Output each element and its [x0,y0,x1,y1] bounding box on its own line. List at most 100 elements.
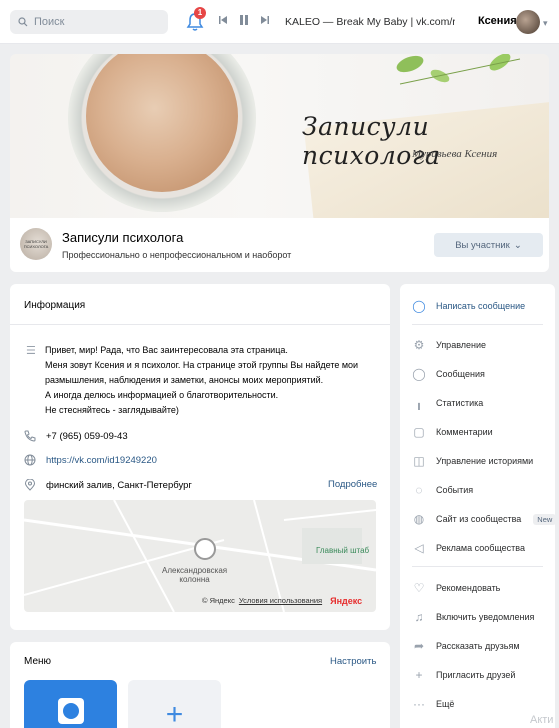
search-input[interactable]: Поиск [10,10,168,34]
community-cover: Записули психолога Муравьева Ксения [10,54,549,218]
sidebar-item-stories[interactable]: ◫ Управление историями [412,454,533,468]
stories-icon: ◫ [413,454,425,468]
divider [412,566,543,567]
bell-icon: ♫ [414,610,424,624]
yandex-logo[interactable]: Яндекс [330,596,362,606]
menu-tile-app[interactable] [24,680,117,728]
menu-card: Меню Настроить + [10,642,390,728]
community-header: ЗАПИСУЛИ ПСИХОЛОГА Записули психолога Пр… [10,218,549,272]
chevron-down-icon: ⌄ [513,239,522,251]
sidebar-item-label: Пригласить друзей [436,670,516,680]
previous-track-icon[interactable] [218,15,228,25]
cover-title: Записули психолога [302,112,441,170]
sidebar-item-events[interactable]: ◌ События [412,483,473,497]
website-link[interactable]: https://vk.com/id19249220 [46,455,157,466]
sidebar-item-statistics[interactable]: ╻ Статистика [412,396,483,410]
sidebar-item-more[interactable]: ··· Ещё [412,697,454,711]
sidebar-item-label: Рекомендовать [436,583,501,593]
notification-badge: 1 [194,7,206,19]
sidebar-item-label: Сайт из сообщества [436,514,522,524]
globe-icon [24,454,36,466]
divider [10,324,390,325]
chevron-down-icon[interactable]: ▾ [543,18,548,29]
sidebar-item-label: Управление [436,340,487,350]
next-track-icon[interactable] [260,15,270,25]
sidebar-item-notifications[interactable]: ♫ Включить уведомления [412,610,535,624]
app-icon-dot [63,703,79,719]
about-line: Не стесняйтесь - заглядывайте) [45,405,179,415]
sidebar-item-label: Сообщения [436,369,485,379]
text-lines-icon: ☰ [26,345,36,357]
message-icon: ◯ [412,299,426,313]
user-name[interactable]: Ксения [478,15,517,27]
sidebar-item-label: Управление историями [436,456,534,466]
sidebar-item-label: Статистика [436,398,484,408]
menu-title: Меню [24,656,52,667]
member-button[interactable]: Вы участник ⌄ [434,233,543,257]
sidebar-item-label: Написать сообщение [436,301,526,311]
about-line: Привет, мир! Рада, что Вас заинтересовал… [45,345,288,355]
new-badge: New [533,513,557,525]
search-icon [18,17,28,27]
globe-icon: ◍ [413,512,425,526]
sidebar-item-manage[interactable]: ⚙ Управление [412,338,486,352]
megaphone-icon: ◁ [414,541,424,555]
map-poi-label: Главный штаб [316,546,370,555]
about-line: Меня зовут Ксения и я психолог. На стран… [45,360,359,370]
sidebar-item-label: Рассказать друзьям [436,641,520,651]
chat-icon: ◯ [412,367,426,381]
address-text: финский залив, Санкт-Петербург [46,479,192,491]
pause-icon[interactable] [238,14,250,26]
audio-player [218,14,270,26]
sidebar-item-messages[interactable]: ◯ Сообщения [412,367,485,381]
location-map[interactable]: Александровская колонна Главный штаб © Я… [24,500,376,612]
sidebar-item-comments[interactable]: ▢ Комментарии [412,425,493,439]
member-button-label: Вы участник [455,239,510,251]
map-copyright: © Яндекс [202,596,235,605]
address-row: финский залив, Санкт-Петербург [24,479,192,491]
info-title: Информация [24,300,86,311]
sidebar-item-recommend[interactable]: ♡ Рекомендовать [412,581,501,595]
sidebar-item-ads[interactable]: ◁ Реклама сообщества [412,541,525,555]
top-bar: Поиск 1 KALEO — Break My Baby | vk.com/r… [0,0,559,44]
user-avatar[interactable] [516,10,540,34]
comment-icon: ▢ [413,425,425,439]
sidebar-item-share[interactable]: ➦ Рассказать друзьям [412,639,520,653]
map-label-line: колонна [179,575,210,584]
phone-row: +7 (965) 059-09-43 [24,430,128,442]
sidebar-item-site[interactable]: ◍ Сайт из сообщества New [412,512,557,526]
sidebar-item-label: События [436,485,474,495]
community-status: Профессионально о непрофессиональном и н… [62,250,292,260]
like-icon: ♡ [413,581,425,595]
map-label-line: Александровская [162,566,228,575]
sidebar-item-invite[interactable]: + Пригласить друзей [412,668,515,682]
add-menu-item-button[interactable]: + [128,680,221,728]
location-pin-icon [24,479,36,491]
sidebar-item-label: Комментарии [436,427,493,437]
more-icon: ··· [413,697,425,711]
actions-sidebar: ◯ Написать сообщение ⚙ Управление ◯ Сооб… [400,284,557,728]
leaves-image [396,54,521,85]
current-track[interactable]: KALEO — Break My Baby | vk.com/re... [285,16,455,28]
about-line: размышления, наблюдения и заметки, анонс… [45,375,324,385]
divider [412,324,543,325]
phone-number[interactable]: +7 (965) 059-09-43 [46,431,128,442]
map-footer: © Яндекс Условия использования Яндекс [202,596,362,606]
sidebar-item-label: Реклама сообщества [436,543,525,553]
sidebar-item-write-message[interactable]: ◯ Написать сообщение [412,299,525,313]
events-icon: ◌ [415,483,423,497]
add-user-icon: + [415,668,423,682]
map-terms-link[interactable]: Условия использования [239,596,322,606]
community-name: Записули психолога [62,230,184,245]
more-link[interactable]: Подробнее [328,479,377,490]
map-place-label: Александровская колонна [162,566,227,584]
share-icon: ➦ [413,639,425,653]
search-placeholder: Поиск [34,16,65,28]
map-pin-icon [194,538,216,560]
community-avatar[interactable]: ЗАПИСУЛИ ПСИХОЛОГА [20,228,52,260]
menu-setup-link[interactable]: Настроить [330,656,376,667]
gear-icon: ⚙ [413,338,425,352]
avatar-caption: ЗАПИСУЛИ ПСИХОЛОГА [23,239,49,249]
phone-icon [24,430,36,442]
corner-label: Акти [530,714,554,726]
